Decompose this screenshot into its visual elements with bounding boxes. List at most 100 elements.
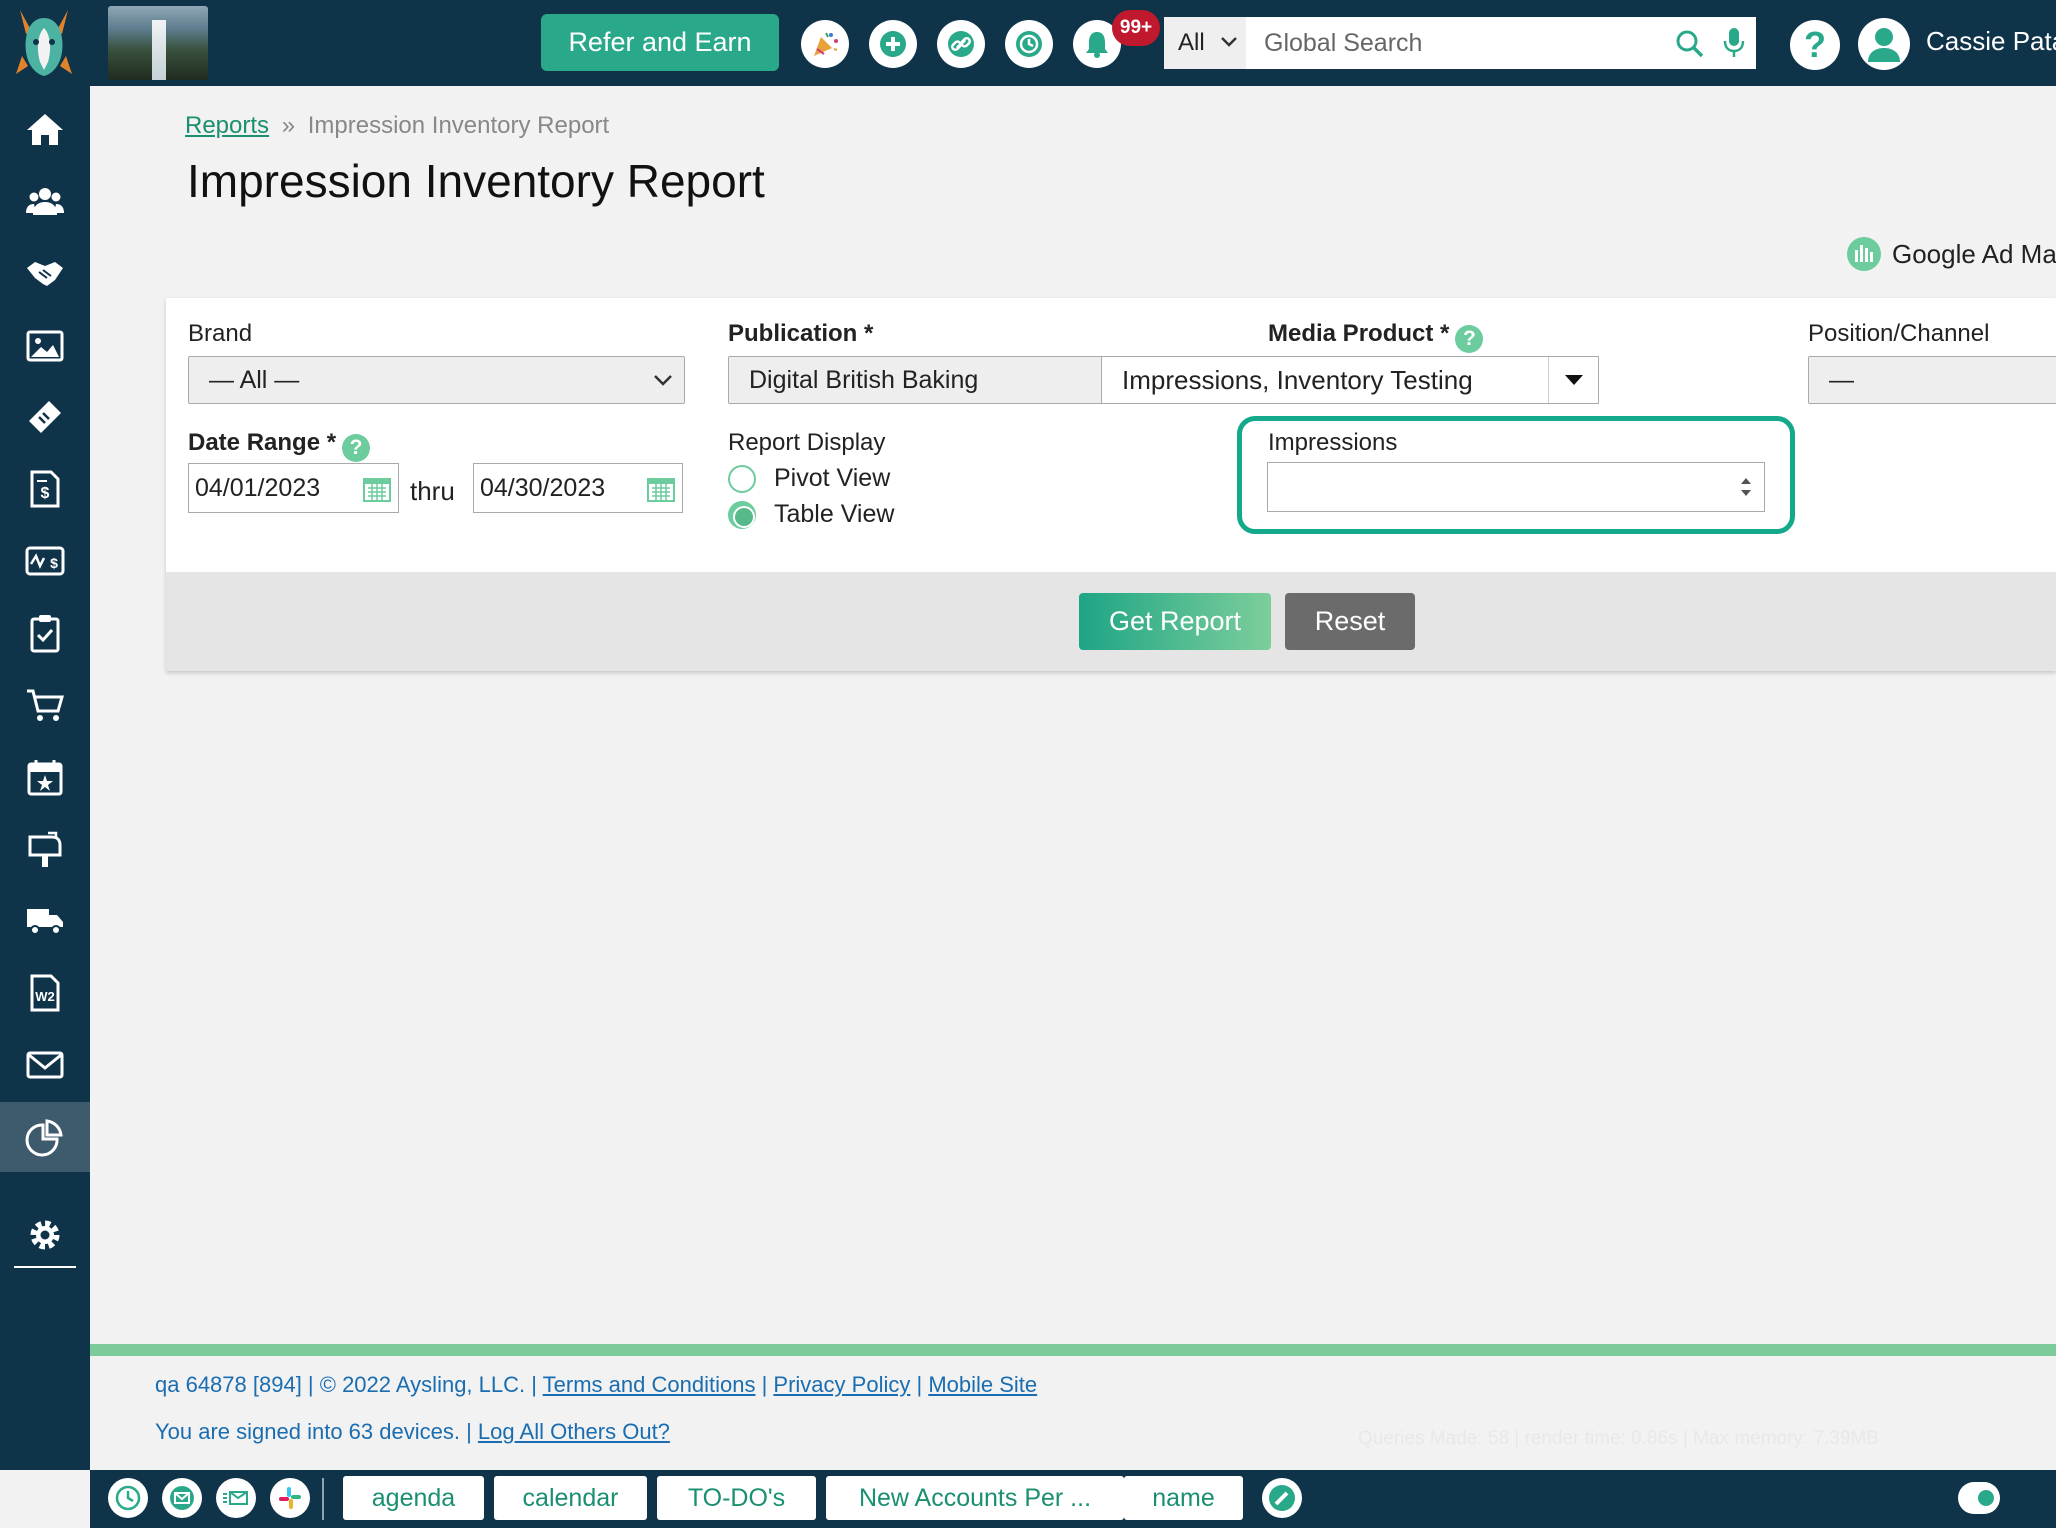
- sidebar: $ $ W2: [0, 86, 90, 1470]
- position-channel-select[interactable]: —: [1808, 356, 2056, 404]
- calendar-icon[interactable]: [646, 475, 676, 503]
- microphone-icon[interactable]: [1722, 26, 1746, 65]
- edit-pencil-icon[interactable]: [1262, 1478, 1302, 1518]
- render-stats: Queries Made: 58 | render time: 0.86s | …: [1358, 1428, 1879, 1449]
- publication-select-value: Digital British Baking: [749, 365, 979, 394]
- mailbox-icon[interactable]: [0, 814, 90, 884]
- slack-icon[interactable]: [270, 1478, 310, 1518]
- chevron-down-icon: [654, 375, 672, 386]
- media-product-label: Media Product *?: [1268, 320, 1484, 353]
- link-icon[interactable]: [937, 20, 985, 68]
- search-icon[interactable]: [1674, 28, 1706, 65]
- tab-agenda[interactable]: agenda: [343, 1476, 484, 1520]
- user-avatar[interactable]: [1858, 18, 1910, 70]
- svg-text:W2: W2: [35, 989, 55, 1004]
- pivot-view-label: Pivot View: [774, 464, 891, 492]
- settings-gear-icon[interactable]: [0, 1200, 90, 1270]
- table-view-radio[interactable]: Table View: [728, 500, 894, 529]
- refer-and-earn-button[interactable]: Refer and Earn: [541, 14, 779, 71]
- contacts-icon[interactable]: [0, 166, 90, 236]
- terms-link[interactable]: Terms and Conditions: [543, 1372, 756, 1397]
- w2-form-icon[interactable]: W2: [0, 958, 90, 1028]
- table-view-label: Table View: [774, 500, 895, 528]
- notification-count-badge[interactable]: 99+: [1112, 10, 1160, 46]
- breadcrumb-separator: »: [281, 112, 296, 139]
- breadcrumb: Reports » Impression Inventory Report: [185, 112, 609, 140]
- toggle-switch[interactable]: [1958, 1482, 2000, 1514]
- date-from-value: 04/01/2023: [195, 473, 321, 502]
- user-name[interactable]: Cassie Pata: [1926, 26, 2056, 57]
- media-product-select[interactable]: Impressions, Inventory Testing: [1101, 356, 1599, 404]
- cart-icon[interactable]: [0, 670, 90, 740]
- publication-label: Publication *: [728, 320, 874, 347]
- google-ad-manager-link[interactable]: Google Ad Ma: [1846, 236, 2056, 272]
- dropdown-arrow-icon[interactable]: [1548, 357, 1598, 403]
- breadcrumb-reports-link[interactable]: Reports: [185, 112, 269, 139]
- reports-pie-chart-icon[interactable]: [0, 1102, 90, 1172]
- brand-select-value: — All —: [209, 365, 300, 394]
- date-to-value: 04/30/2023: [480, 473, 606, 502]
- ticket-icon[interactable]: [0, 382, 90, 452]
- radio-unchecked[interactable]: [728, 464, 756, 493]
- date-to-input[interactable]: 04/30/2023: [473, 463, 683, 513]
- app-logo[interactable]: [12, 4, 76, 80]
- party-popper-icon[interactable]: [801, 20, 849, 68]
- privacy-link[interactable]: Privacy Policy: [773, 1372, 910, 1397]
- footer-legal-line: qa 64878 [894] | © 2022 Aysling, LLC. | …: [155, 1372, 1037, 1398]
- help-icon[interactable]: ?: [342, 434, 371, 462]
- spinner-arrows-icon[interactable]: [1738, 473, 1754, 501]
- calendar-star-icon[interactable]: [0, 742, 90, 812]
- help-icon[interactable]: ?: [1455, 325, 1484, 353]
- position-channel-label: Position/Channel: [1808, 320, 1990, 347]
- svg-text:$: $: [50, 555, 58, 571]
- media-gallery-icon[interactable]: [0, 310, 90, 380]
- pivot-view-radio[interactable]: Pivot View: [728, 464, 890, 493]
- footer-session-line: You are signed into 63 devices. | Log Al…: [155, 1419, 670, 1445]
- history-icon[interactable]: [1005, 20, 1053, 68]
- clipboard-check-icon[interactable]: [0, 598, 90, 668]
- tab-todos[interactable]: TO-DO's: [657, 1476, 816, 1520]
- position-channel-value: —: [1829, 365, 1854, 394]
- report-display-label: Report Display: [728, 429, 886, 456]
- radio-checked[interactable]: [728, 500, 756, 529]
- media-product-value: Impressions, Inventory Testing: [1122, 364, 1473, 395]
- chevron-down-icon: [1221, 37, 1237, 47]
- footer-divider: [90, 1344, 2056, 1356]
- taskbar-divider: [322, 1478, 324, 1520]
- delivery-truck-icon[interactable]: [0, 886, 90, 956]
- email-icon[interactable]: [0, 1030, 90, 1100]
- thru-label: thru: [410, 476, 455, 506]
- brand-select[interactable]: — All —: [188, 356, 685, 404]
- calendar-icon[interactable]: [362, 475, 392, 503]
- invoice-icon[interactable]: $: [0, 454, 90, 524]
- reset-button[interactable]: Reset: [1285, 593, 1415, 650]
- profile-banner-image[interactable]: [108, 6, 208, 80]
- add-icon[interactable]: [869, 20, 917, 68]
- tab-name[interactable]: name: [1124, 1476, 1243, 1520]
- breadcrumb-current: Impression Inventory Report: [307, 112, 610, 139]
- mobile-site-link[interactable]: Mobile Site: [928, 1372, 1037, 1397]
- search-scope-select[interactable]: All: [1164, 17, 1246, 69]
- log-out-others-link[interactable]: Log All Others Out?: [478, 1419, 670, 1444]
- tab-new-accounts[interactable]: New Accounts Per ...: [826, 1476, 1124, 1520]
- mail-icon[interactable]: [162, 1478, 202, 1518]
- tab-calendar[interactable]: calendar: [494, 1476, 647, 1520]
- footer-separator: |: [916, 1372, 923, 1397]
- help-icon[interactable]: ?: [1790, 20, 1840, 70]
- page-title: Impression Inventory Report: [187, 155, 765, 207]
- bar-chart-icon: [1847, 237, 1881, 271]
- home-icon[interactable]: [0, 94, 90, 164]
- google-ad-manager-label: Google Ad Ma: [1892, 238, 2056, 269]
- bottom-taskbar: agenda calendar TO-DO's New Accounts Per…: [90, 1470, 2056, 1528]
- build-info: qa 64878 [894] | © 2022 Aysling, LLC. |: [155, 1372, 537, 1397]
- footer-separator: |: [761, 1372, 768, 1397]
- get-report-button[interactable]: Get Report: [1079, 593, 1271, 650]
- impressions-number-input[interactable]: [1267, 462, 1765, 512]
- handshake-icon[interactable]: [0, 238, 90, 308]
- svg-text:$: $: [41, 485, 50, 502]
- top-bar: Refer and Earn 99+ All Global Search ? C…: [0, 0, 2056, 86]
- date-from-input[interactable]: 04/01/2023: [188, 463, 399, 513]
- finance-chart-icon[interactable]: $: [0, 526, 90, 596]
- clock-icon[interactable]: [108, 1478, 148, 1518]
- email-list-icon[interactable]: [216, 1478, 256, 1518]
